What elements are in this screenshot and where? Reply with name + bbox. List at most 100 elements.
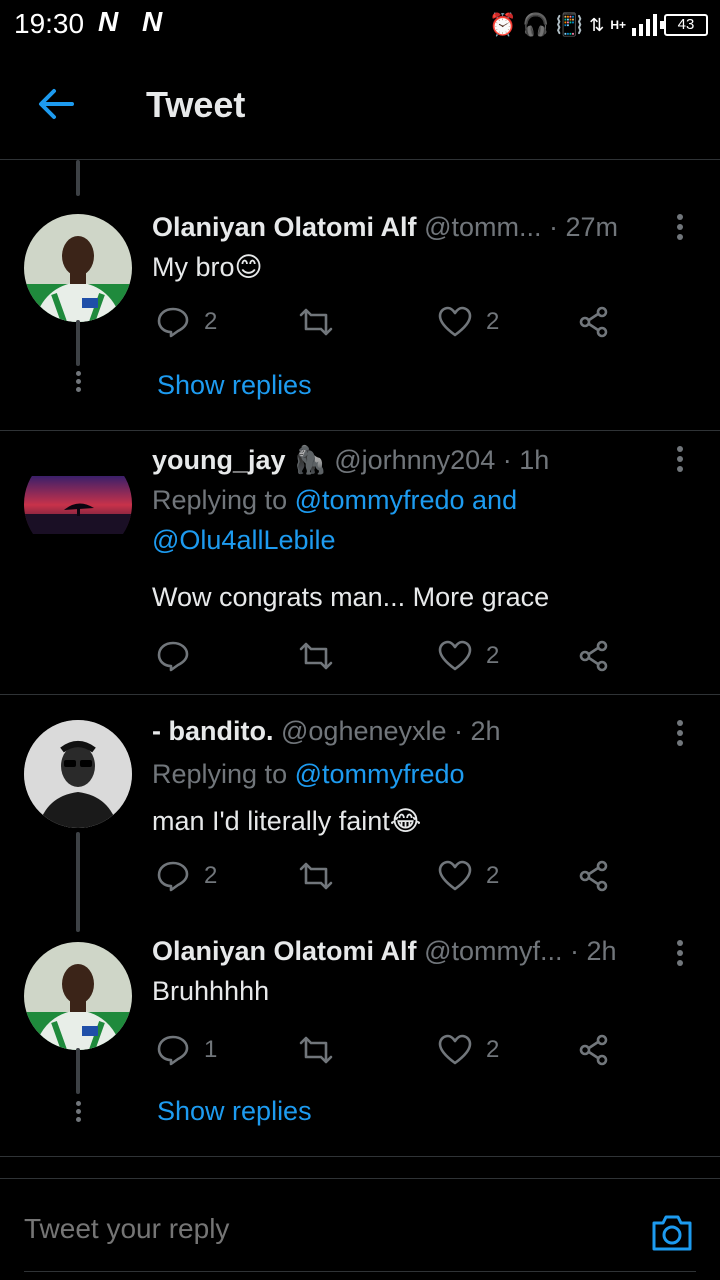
replying-to-label: Replying to [152, 759, 295, 789]
reply-icon [157, 641, 189, 672]
show-replies-link[interactable]: Show replies [157, 1096, 312, 1127]
share-button[interactable] [578, 302, 610, 342]
author-handle[interactable]: @jorhnny204 [334, 445, 495, 475]
tweet-header: Olaniyan Olatomi Alf @tommyf... · 2h [152, 936, 617, 967]
heart-icon [438, 640, 472, 671]
thread-line [76, 1048, 80, 1094]
retweet-button[interactable] [298, 1030, 334, 1070]
like-count: 2 [486, 1036, 500, 1063]
author-handle[interactable]: @tomm... [424, 212, 541, 242]
divider [0, 694, 720, 695]
tweet-text: My bro😊 [152, 252, 263, 282]
retweet-icon [299, 862, 333, 890]
retweet-icon [299, 1036, 333, 1064]
more-options-icon[interactable] [670, 444, 690, 474]
reply-button[interactable]: 2 [156, 302, 217, 342]
replying-to-label: Replying to [152, 485, 295, 515]
mention-link[interactable]: @tommyfredo [295, 759, 465, 789]
reply-button[interactable] [156, 636, 190, 676]
tweet-header: Olaniyan Olatomi Alf @tomm... · 27m [152, 212, 618, 243]
retweet-icon [299, 308, 333, 336]
like-count: 2 [486, 642, 500, 669]
notification-icon: N [142, 6, 163, 37]
tweet-header: - bandito. @ogheneyxle · 2h [152, 716, 501, 747]
retweet-button[interactable] [298, 302, 334, 342]
tweet-text: Wow congrats man... More grace [152, 582, 550, 612]
reply-button[interactable]: 1 [156, 1030, 217, 1070]
tweet-actions: 1 2 [152, 1030, 622, 1070]
show-replies-link[interactable]: Show replies [157, 370, 312, 401]
thread-dots [74, 368, 82, 395]
reply-composer [0, 1178, 720, 1280]
more-options-icon[interactable] [670, 212, 690, 242]
tweet[interactable]: Olaniyan Olatomi Alf @tommyf... · 2h Bru… [0, 936, 720, 1156]
reply-count: 2 [204, 308, 218, 335]
battery-indicator: 43 [660, 14, 708, 36]
reply-icon [157, 307, 189, 338]
tweet-actions: 2 2 [152, 302, 622, 342]
avatar[interactable] [24, 942, 132, 1050]
heart-icon [438, 1034, 472, 1065]
previous-tweet-actions [0, 160, 720, 166]
replying-to: Replying to @tommyfredo [152, 754, 465, 794]
like-button[interactable]: 2 [438, 636, 499, 676]
author-handle[interactable]: @tommyf... [424, 936, 562, 966]
share-button[interactable] [578, 636, 610, 676]
heart-icon [438, 306, 472, 337]
like-button[interactable]: 2 [438, 302, 499, 342]
mention-link[interactable]: @tommyfredo and [295, 485, 518, 515]
tweet-text: Bruhhhhh [152, 976, 270, 1006]
divider [0, 1156, 720, 1157]
top-app-bar: Tweet [0, 50, 720, 160]
reply-icon [157, 861, 189, 892]
more-options-icon[interactable] [670, 938, 690, 968]
thread-line [76, 160, 80, 196]
share-icon [579, 306, 608, 338]
avatar[interactable] [24, 450, 132, 558]
replies-feed[interactable]: Olaniyan Olatomi Alf @tomm... · 27m My b… [0, 160, 720, 1180]
reply-input[interactable] [24, 1213, 385, 1245]
thread-line [76, 320, 80, 366]
thread-line [76, 832, 80, 932]
tweet-actions: 2 2 [152, 856, 622, 896]
retweet-icon [299, 642, 333, 670]
share-button[interactable] [578, 1030, 610, 1070]
author-name[interactable]: - bandito. [152, 716, 273, 746]
page-title: Tweet [146, 84, 246, 125]
vibrate-icon: 📳 [555, 12, 584, 37]
avatar[interactable] [24, 720, 132, 828]
reply-icon [157, 1035, 189, 1066]
tweet-header: young_jay 🦍 @jorhnny204 · 1h [152, 444, 549, 476]
mention-link[interactable]: @Olu4allLebile [152, 525, 336, 555]
status-time: 19:30 [14, 8, 85, 39]
signal-icon [632, 14, 657, 36]
status-bar: 19:30 N N ⏰ 🎧 📳 ⇅ H+ 43 [0, 0, 720, 50]
retweet-button[interactable] [298, 636, 334, 676]
camera-icon[interactable] [650, 1211, 694, 1255]
author-name[interactable]: young_jay [152, 445, 286, 475]
author-name[interactable]: Olaniyan Olatomi Alf [152, 212, 417, 242]
like-button[interactable]: 2 [438, 1030, 499, 1070]
more-options-icon[interactable] [670, 718, 690, 748]
author-handle[interactable]: @ogheneyxle [281, 716, 447, 746]
tweet-time: · 27m [549, 212, 619, 242]
share-icon [579, 640, 608, 672]
reply-count: 1 [204, 1036, 218, 1063]
avatar[interactable] [24, 214, 132, 322]
retweet-button[interactable] [298, 856, 334, 896]
like-count: 2 [486, 862, 500, 889]
status-icons: ⏰ 🎧 📳 ⇅ H+ 43 [489, 8, 708, 42]
tweet-time: · 2h [570, 936, 617, 966]
data-transfer-icon: ⇅ [589, 14, 605, 35]
tweet[interactable]: Olaniyan Olatomi Alf @tomm... · 27m My b… [0, 204, 720, 430]
like-button[interactable]: 2 [438, 856, 499, 896]
back-arrow-icon[interactable] [36, 84, 76, 124]
share-button[interactable] [578, 856, 610, 896]
reply-button[interactable]: 2 [156, 856, 217, 896]
tweet[interactable]: young_jay 🦍 @jorhnny204 · 1h Replying to… [0, 445, 720, 694]
tweet-actions: 2 [152, 636, 622, 676]
author-name[interactable]: Olaniyan Olatomi Alf [152, 936, 417, 966]
thread-dots [74, 1098, 82, 1125]
tweet[interactable]: - bandito. @ogheneyxle · 2h Replying to … [0, 716, 720, 916]
reply-input-underline [24, 1271, 696, 1272]
